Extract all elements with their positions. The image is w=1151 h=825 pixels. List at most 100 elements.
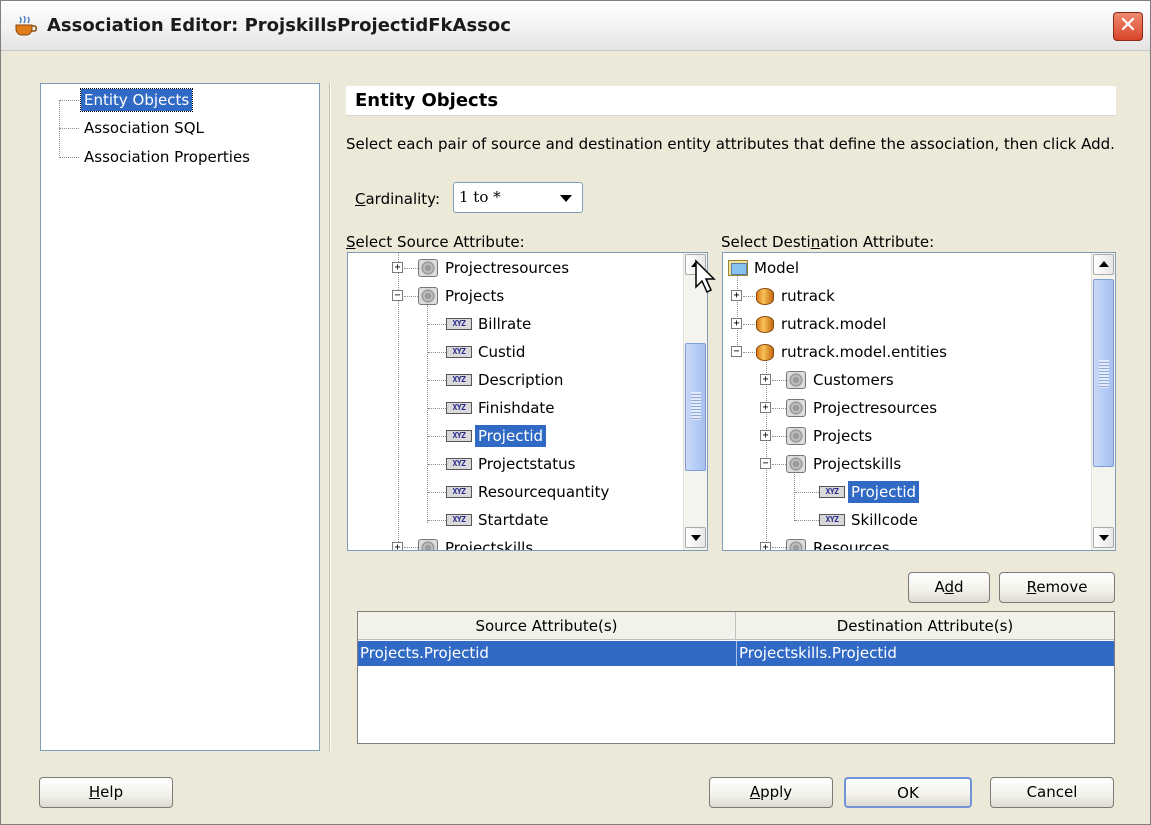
tree-line [794, 469, 795, 521]
tree-node-rutrack-model[interactable]: rutrack.model [778, 313, 889, 335]
tree-node-custid[interactable]: Custid [475, 341, 528, 363]
help-button[interactable]: Help [39, 777, 173, 808]
source-attribute-tree[interactable]: + Projectresources − Projects XYZ Billra… [347, 252, 708, 551]
node-label: Description [478, 371, 564, 389]
expand-icon[interactable]: + [760, 430, 771, 441]
node-label: Projectskills [813, 455, 902, 473]
tree-node-resources[interactable]: Resources [810, 537, 893, 551]
collapse-icon[interactable]: − [392, 290, 403, 301]
label-text: emove [1036, 578, 1088, 596]
collapse-icon[interactable]: − [760, 458, 771, 469]
apply-button[interactable]: Apply [709, 777, 833, 808]
page-title: Entity Objects [355, 90, 499, 111]
destination-attribute-tree[interactable]: Model + rutrack + rutrack.model − rutrac… [722, 252, 1116, 551]
cell-source: Projects.Projectid [360, 644, 489, 662]
source-attribute-label: Select Source Attribute: [346, 233, 525, 251]
label-text: d [954, 578, 964, 596]
tree-node-rutrack-model-entities[interactable]: rutrack.model.entities [778, 341, 950, 363]
tree-node-projects[interactable]: Projects [810, 425, 875, 447]
scroll-thumb[interactable] [1093, 279, 1114, 467]
add-button[interactable]: Add [908, 572, 990, 603]
tree-node-billrate[interactable]: Billrate [475, 313, 534, 335]
panel-splitter[interactable] [329, 83, 331, 751]
attribute-xyz-icon: XYZ [446, 318, 472, 330]
mouse-cursor-icon [695, 259, 716, 294]
tree-node-projectid[interactable]: Projectid [848, 481, 920, 503]
entity-gear-icon [786, 371, 806, 389]
instructions-text: Select each pair of source and destinati… [346, 135, 1115, 153]
nav-item-entity-objects[interactable]: Entity Objects [79, 88, 194, 112]
tree-node-projectskills[interactable]: Projectskills [442, 537, 536, 550]
node-label: rutrack.model [781, 315, 887, 333]
cardinality-select[interactable]: 1 to * [453, 182, 583, 213]
scroll-up-button[interactable] [1093, 254, 1114, 275]
node-label: Customers [813, 371, 894, 389]
scroll-down-button[interactable] [685, 527, 706, 548]
expand-icon[interactable]: + [731, 290, 742, 301]
tree-node-rutrack[interactable]: rutrack [778, 285, 838, 307]
column-header-destination[interactable]: Destination Attribute(s) [736, 612, 1114, 640]
tree-node-skillcode[interactable]: Skillcode [848, 509, 921, 531]
source-tree-scrollbar[interactable] [683, 253, 707, 550]
ok-button[interactable]: OK [844, 777, 972, 808]
expand-icon[interactable]: + [731, 318, 742, 329]
expand-icon[interactable]: + [760, 374, 771, 385]
tree-node-model[interactable]: Model [751, 257, 802, 279]
node-label: Model [754, 259, 800, 277]
tree-line [772, 408, 786, 409]
title-bar[interactable]: Association Editor: ProjskillsProjectidF… [1, 1, 1150, 51]
tree-node-projectresources[interactable]: Projectresources [442, 257, 572, 279]
tree-node-projectresources[interactable]: Projectresources [810, 397, 940, 419]
tree-line [737, 275, 738, 353]
navigation-tree: Entity Objects Association SQL Associati… [40, 83, 320, 751]
scroll-thumb[interactable] [685, 343, 706, 471]
node-label: Projects [445, 287, 505, 305]
tree-line [772, 547, 786, 548]
tree-line [743, 296, 755, 297]
expand-icon[interactable]: + [760, 402, 771, 413]
entity-gear-icon [786, 539, 806, 550]
expand-icon[interactable]: + [392, 262, 403, 273]
tree-node-projects[interactable]: Projects [442, 285, 507, 307]
scroll-down-button[interactable] [1093, 527, 1114, 548]
attribute-pairs-table[interactable]: Source Attribute(s) Destination Attribut… [357, 611, 1115, 744]
expand-icon[interactable]: + [760, 542, 771, 550]
close-button[interactable]: ✕ [1113, 12, 1143, 41]
page-heading: Entity Objects [346, 86, 1116, 116]
tree-node-finishdate[interactable]: Finishdate [475, 397, 558, 419]
label-text: Select Desti [721, 233, 811, 251]
remove-button[interactable]: Remove [999, 572, 1115, 603]
tree-line [428, 520, 446, 521]
tree-node-description[interactable]: Description [475, 369, 566, 391]
tree-line [404, 547, 418, 548]
node-label: Projectid [475, 425, 547, 447]
tree-node-projectid[interactable]: Projectid [475, 425, 547, 447]
label-text: elp [100, 783, 124, 801]
tree-line [428, 436, 446, 437]
tree-line [427, 305, 428, 523]
tree-node-projectskills[interactable]: Projectskills [810, 453, 904, 475]
node-label: rutrack [781, 287, 835, 305]
nav-item-association-sql[interactable]: Association SQL [81, 117, 207, 139]
cancel-button[interactable]: Cancel [990, 777, 1114, 808]
cardinality-value: 1 to * [459, 188, 501, 206]
tree-node-projectstatus[interactable]: Projectstatus [475, 453, 578, 475]
column-header-source[interactable]: Source Attribute(s) [358, 612, 736, 640]
label-text: pply [760, 783, 793, 801]
cell-destination: Projectskills.Projectid [736, 641, 1114, 666]
entity-gear-icon [786, 427, 806, 445]
tree-node-resourcequantity[interactable]: Resourcequantity [475, 481, 612, 503]
nav-item-association-properties[interactable]: Association Properties [81, 146, 253, 168]
mnemonic: R [1026, 578, 1037, 596]
package-icon [756, 344, 774, 361]
node-label: Resources [813, 539, 890, 551]
destination-tree-scrollbar[interactable] [1091, 253, 1115, 550]
collapse-icon[interactable]: − [731, 346, 742, 357]
tree-node-customers[interactable]: Customers [810, 369, 897, 391]
expand-icon[interactable]: + [392, 542, 403, 550]
tree-node-startdate[interactable]: Startdate [475, 509, 551, 531]
entity-gear-icon [786, 455, 806, 473]
tree-line [743, 324, 755, 325]
tree-line [772, 436, 786, 437]
table-row[interactable]: Projects.Projectid Projectskills.Project… [358, 641, 1114, 666]
